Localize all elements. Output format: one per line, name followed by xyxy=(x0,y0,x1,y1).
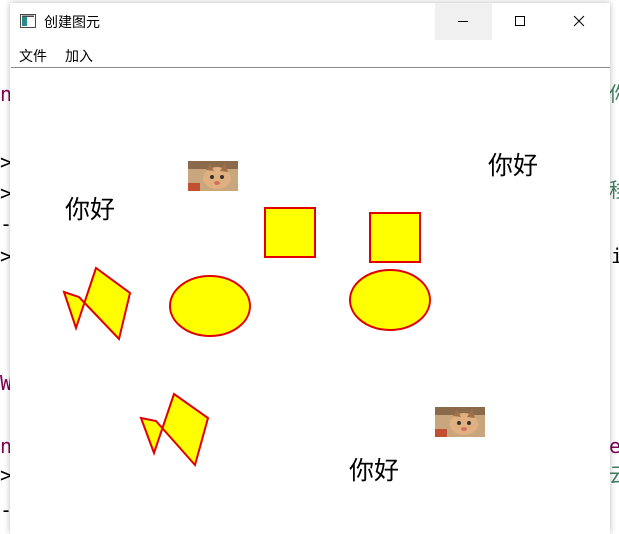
cat-image[interactable] xyxy=(188,161,238,191)
bg-fragment: i xyxy=(611,244,619,268)
app-icon[interactable] xyxy=(20,13,36,29)
minimize-button[interactable] xyxy=(435,3,492,40)
polygon-shape[interactable] xyxy=(139,392,210,468)
cat-image[interactable] xyxy=(435,407,485,437)
menu-file[interactable]: 文件 xyxy=(19,46,47,66)
canvas-text[interactable]: 你好 xyxy=(65,190,115,226)
window-title: 创建图元 xyxy=(44,15,100,31)
bg-fragment: 移 xyxy=(609,180,619,200)
bg-fragment: 云 xyxy=(609,465,619,485)
rectangle-shape[interactable] xyxy=(264,207,316,258)
polygon-shape[interactable] xyxy=(62,266,132,342)
close-icon xyxy=(573,15,585,27)
graphics-canvas[interactable]: 你好 你好 你好 xyxy=(11,67,610,534)
rectangle-shape[interactable] xyxy=(369,212,421,263)
ellipse-shape[interactable] xyxy=(349,269,431,331)
bg-fragment: e xyxy=(609,434,619,458)
main-window: 创建图元 文件 加入 你好 你好 你好 xyxy=(10,3,610,534)
maximize-icon xyxy=(515,16,525,26)
ellipse-shape[interactable] xyxy=(169,275,251,337)
title-bar[interactable]: 创建图元 xyxy=(10,3,610,40)
minimize-icon xyxy=(458,21,468,22)
bg-fragment: 你 xyxy=(609,84,619,104)
close-button[interactable] xyxy=(549,3,610,40)
canvas-text[interactable]: 你好 xyxy=(349,451,399,487)
menu-insert[interactable]: 加入 xyxy=(65,46,93,66)
menu-bar: 文件 加入 xyxy=(10,40,610,66)
maximize-button[interactable] xyxy=(492,3,549,40)
canvas-text[interactable]: 你好 xyxy=(488,146,538,182)
